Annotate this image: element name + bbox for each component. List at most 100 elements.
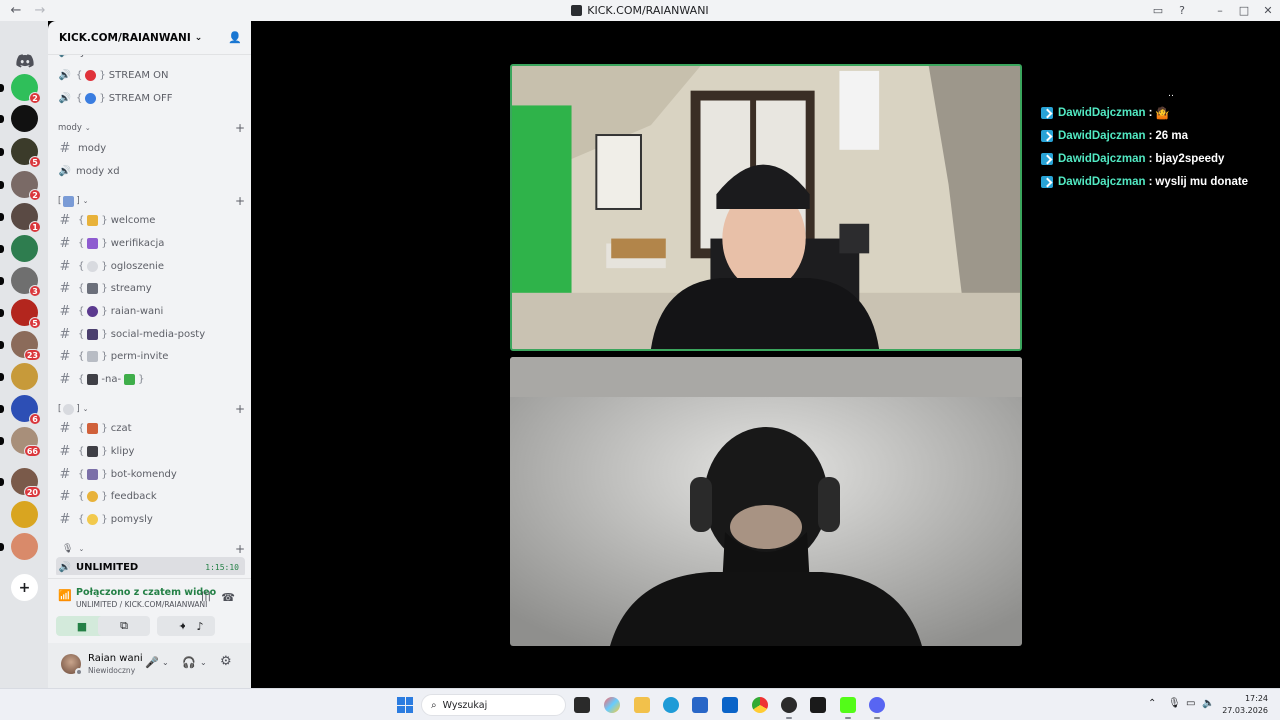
obs-icon[interactable] <box>781 697 797 713</box>
server-icon[interactable]: 23 <box>0 331 41 361</box>
channel-stream-on[interactable]: 🔊 { } STREAM ON <box>56 65 245 85</box>
channel-weryfikacja[interactable]: # { } werifikacja <box>56 233 245 253</box>
disconnect-icon[interactable]: ☎ <box>221 591 235 604</box>
voice-status[interactable]: Połączono z czatem wideo <box>76 587 216 598</box>
server-icon[interactable] <box>11 501 38 528</box>
discord-home-button[interactable] <box>11 47 38 74</box>
taskbar-search[interactable]: ⌕ Wyszukaj <box>421 694 566 716</box>
channel-welcome[interactable]: # { } welcome <box>56 210 245 230</box>
inbox-icon[interactable]: ▭ <box>1146 4 1170 17</box>
windows-start-icon[interactable] <box>397 697 413 713</box>
server-icon[interactable]: 66 <box>0 427 41 457</box>
noise-suppression-icon[interactable]: ||| <box>201 591 211 602</box>
channel-streamy[interactable]: # { } streamy <box>56 278 245 298</box>
voice-channel-unlimited[interactable]: 🔊 UNLIMITED 1:15:10 <box>56 557 245 575</box>
window-title: KICK.COM/RAIANWANI <box>587 4 709 17</box>
add-server-button[interactable]: + <box>11 574 38 601</box>
category-chat[interactable]: [ ] ⌄ + <box>58 402 245 416</box>
channel-feedback[interactable]: # { } feedback <box>56 486 245 506</box>
soundboard-button[interactable]: ♪ <box>185 616 215 636</box>
terminal-icon[interactable] <box>810 697 826 713</box>
webcam-feed-1 <box>512 66 1020 349</box>
channel-tylko-raian[interactable]: 🔊 tylko-raian <box>56 55 245 62</box>
network-icon[interactable]: ▭ <box>1186 698 1195 709</box>
channel-ogloszenie[interactable]: # { } ogloszenie <box>56 256 245 276</box>
maximize-button[interactable]: □ <box>1232 4 1256 17</box>
microphone-icon[interactable]: 🎤 <box>145 656 159 669</box>
screen-share-button[interactable]: ⧉ <box>98 616 150 636</box>
server-icon[interactable] <box>0 363 38 390</box>
gear-icon[interactable]: ⚙ <box>220 654 232 669</box>
video-tile[interactable] <box>510 357 1022 646</box>
channel-perm-invite[interactable]: # { } perm-invite <box>56 346 245 366</box>
signal-icon[interactable]: 📶 <box>58 589 72 602</box>
category-voice[interactable]: 🎙 ⌄ + <box>58 542 245 556</box>
user-status: Niewidoczny <box>88 666 136 675</box>
avatar[interactable] <box>61 654 83 676</box>
speech-bubble-icon <box>63 403 75 415</box>
help-icon[interactable]: ? <box>1170 4 1194 17</box>
category-mody[interactable]: mody ⌄ + <box>58 121 245 135</box>
back-arrow-icon[interactable]: ← <box>0 3 32 18</box>
video-tile-speaking[interactable] <box>510 64 1022 351</box>
server-icon[interactable]: 20 <box>0 468 41 498</box>
store-icon[interactable] <box>692 697 708 713</box>
server-icon[interactable]: 6 <box>0 395 41 425</box>
chevron-down-icon[interactable]: ⌄ <box>162 658 169 667</box>
username[interactable]: Raian wani <box>88 653 143 664</box>
chat-separator: : <box>1148 175 1153 188</box>
channel-label: perm-invite <box>110 350 169 362</box>
add-member-icon[interactable]: 👤 <box>228 31 242 44</box>
microphone-icon[interactable]: 🎙 <box>1168 698 1181 709</box>
add-channel-icon[interactable]: + <box>235 121 245 135</box>
outlook-icon[interactable] <box>722 697 738 713</box>
server-icon[interactable]: 2 <box>0 74 41 104</box>
chevron-up-icon[interactable]: ⌃ <box>1148 698 1156 709</box>
channel-raian-wani[interactable]: # { } raian-wani <box>56 301 245 321</box>
channel-social-media-posty[interactable]: # { } social-media-posty <box>56 324 245 344</box>
channel-pomysly[interactable]: # { } pomysly <box>56 509 245 529</box>
channel-stream-off[interactable]: 🔊 { } STREAM OFF <box>56 88 245 108</box>
server-icon[interactable] <box>0 105 38 132</box>
category-label: mody <box>58 123 82 133</box>
mention-badge: 23 <box>23 349 41 361</box>
clock[interactable]: 17:24 27.03.2026 <box>1222 693 1268 717</box>
channel-bot-komendy[interactable]: # { } bot-komendy <box>56 464 245 484</box>
add-channel-icon[interactable]: + <box>235 194 245 208</box>
channel-mody[interactable]: # mody <box>56 138 245 158</box>
add-channel-icon[interactable]: + <box>235 402 245 416</box>
hash-icon: # <box>59 371 71 387</box>
file-explorer-icon[interactable] <box>634 697 650 713</box>
edge-icon[interactable] <box>663 697 679 713</box>
brace: { <box>78 490 85 502</box>
server-icon[interactable] <box>0 235 38 262</box>
copilot-icon[interactable] <box>604 697 620 713</box>
channel-czat[interactable]: # { } czat <box>56 418 245 438</box>
server-icon[interactable]: 5 <box>0 138 41 168</box>
channel-mody-xd[interactable]: 🔊 mody xd <box>56 161 245 181</box>
server-icon[interactable] <box>0 533 38 560</box>
forward-arrow-icon[interactable]: → <box>32 3 48 18</box>
close-button[interactable]: ✕ <box>1256 4 1280 17</box>
minimize-button[interactable]: – <box>1208 4 1232 17</box>
kick-icon[interactable] <box>840 697 856 713</box>
guild-header[interactable]: KICK.COM/RAIANWANI ⌄ 👤 <box>48 21 251 55</box>
task-view-icon[interactable] <box>574 697 590 713</box>
chevron-down-icon[interactable]: ⌄ <box>200 658 207 667</box>
server-icon[interactable]: 1 <box>0 203 41 233</box>
category-info[interactable]: [ ] ⌄ + <box>58 194 245 208</box>
tv-icon <box>87 282 99 294</box>
money-icon <box>124 373 136 385</box>
discord-taskbar-icon[interactable] <box>869 697 885 713</box>
server-icon[interactable]: 2 <box>0 171 41 201</box>
volume-icon[interactable]: 🔈 <box>1202 698 1214 709</box>
headphones-icon[interactable]: 🎧 <box>182 656 196 669</box>
chrome-icon[interactable] <box>752 697 768 713</box>
channel-na[interactable]: # { -na- } <box>56 369 245 389</box>
channel-klipy[interactable]: # { } klipy <box>56 441 245 461</box>
server-icon[interactable]: 5 <box>0 299 41 329</box>
add-channel-icon[interactable]: + <box>235 542 245 556</box>
brace: } <box>101 305 108 317</box>
server-icon[interactable]: 3 <box>0 267 41 297</box>
brace: } <box>101 350 108 362</box>
